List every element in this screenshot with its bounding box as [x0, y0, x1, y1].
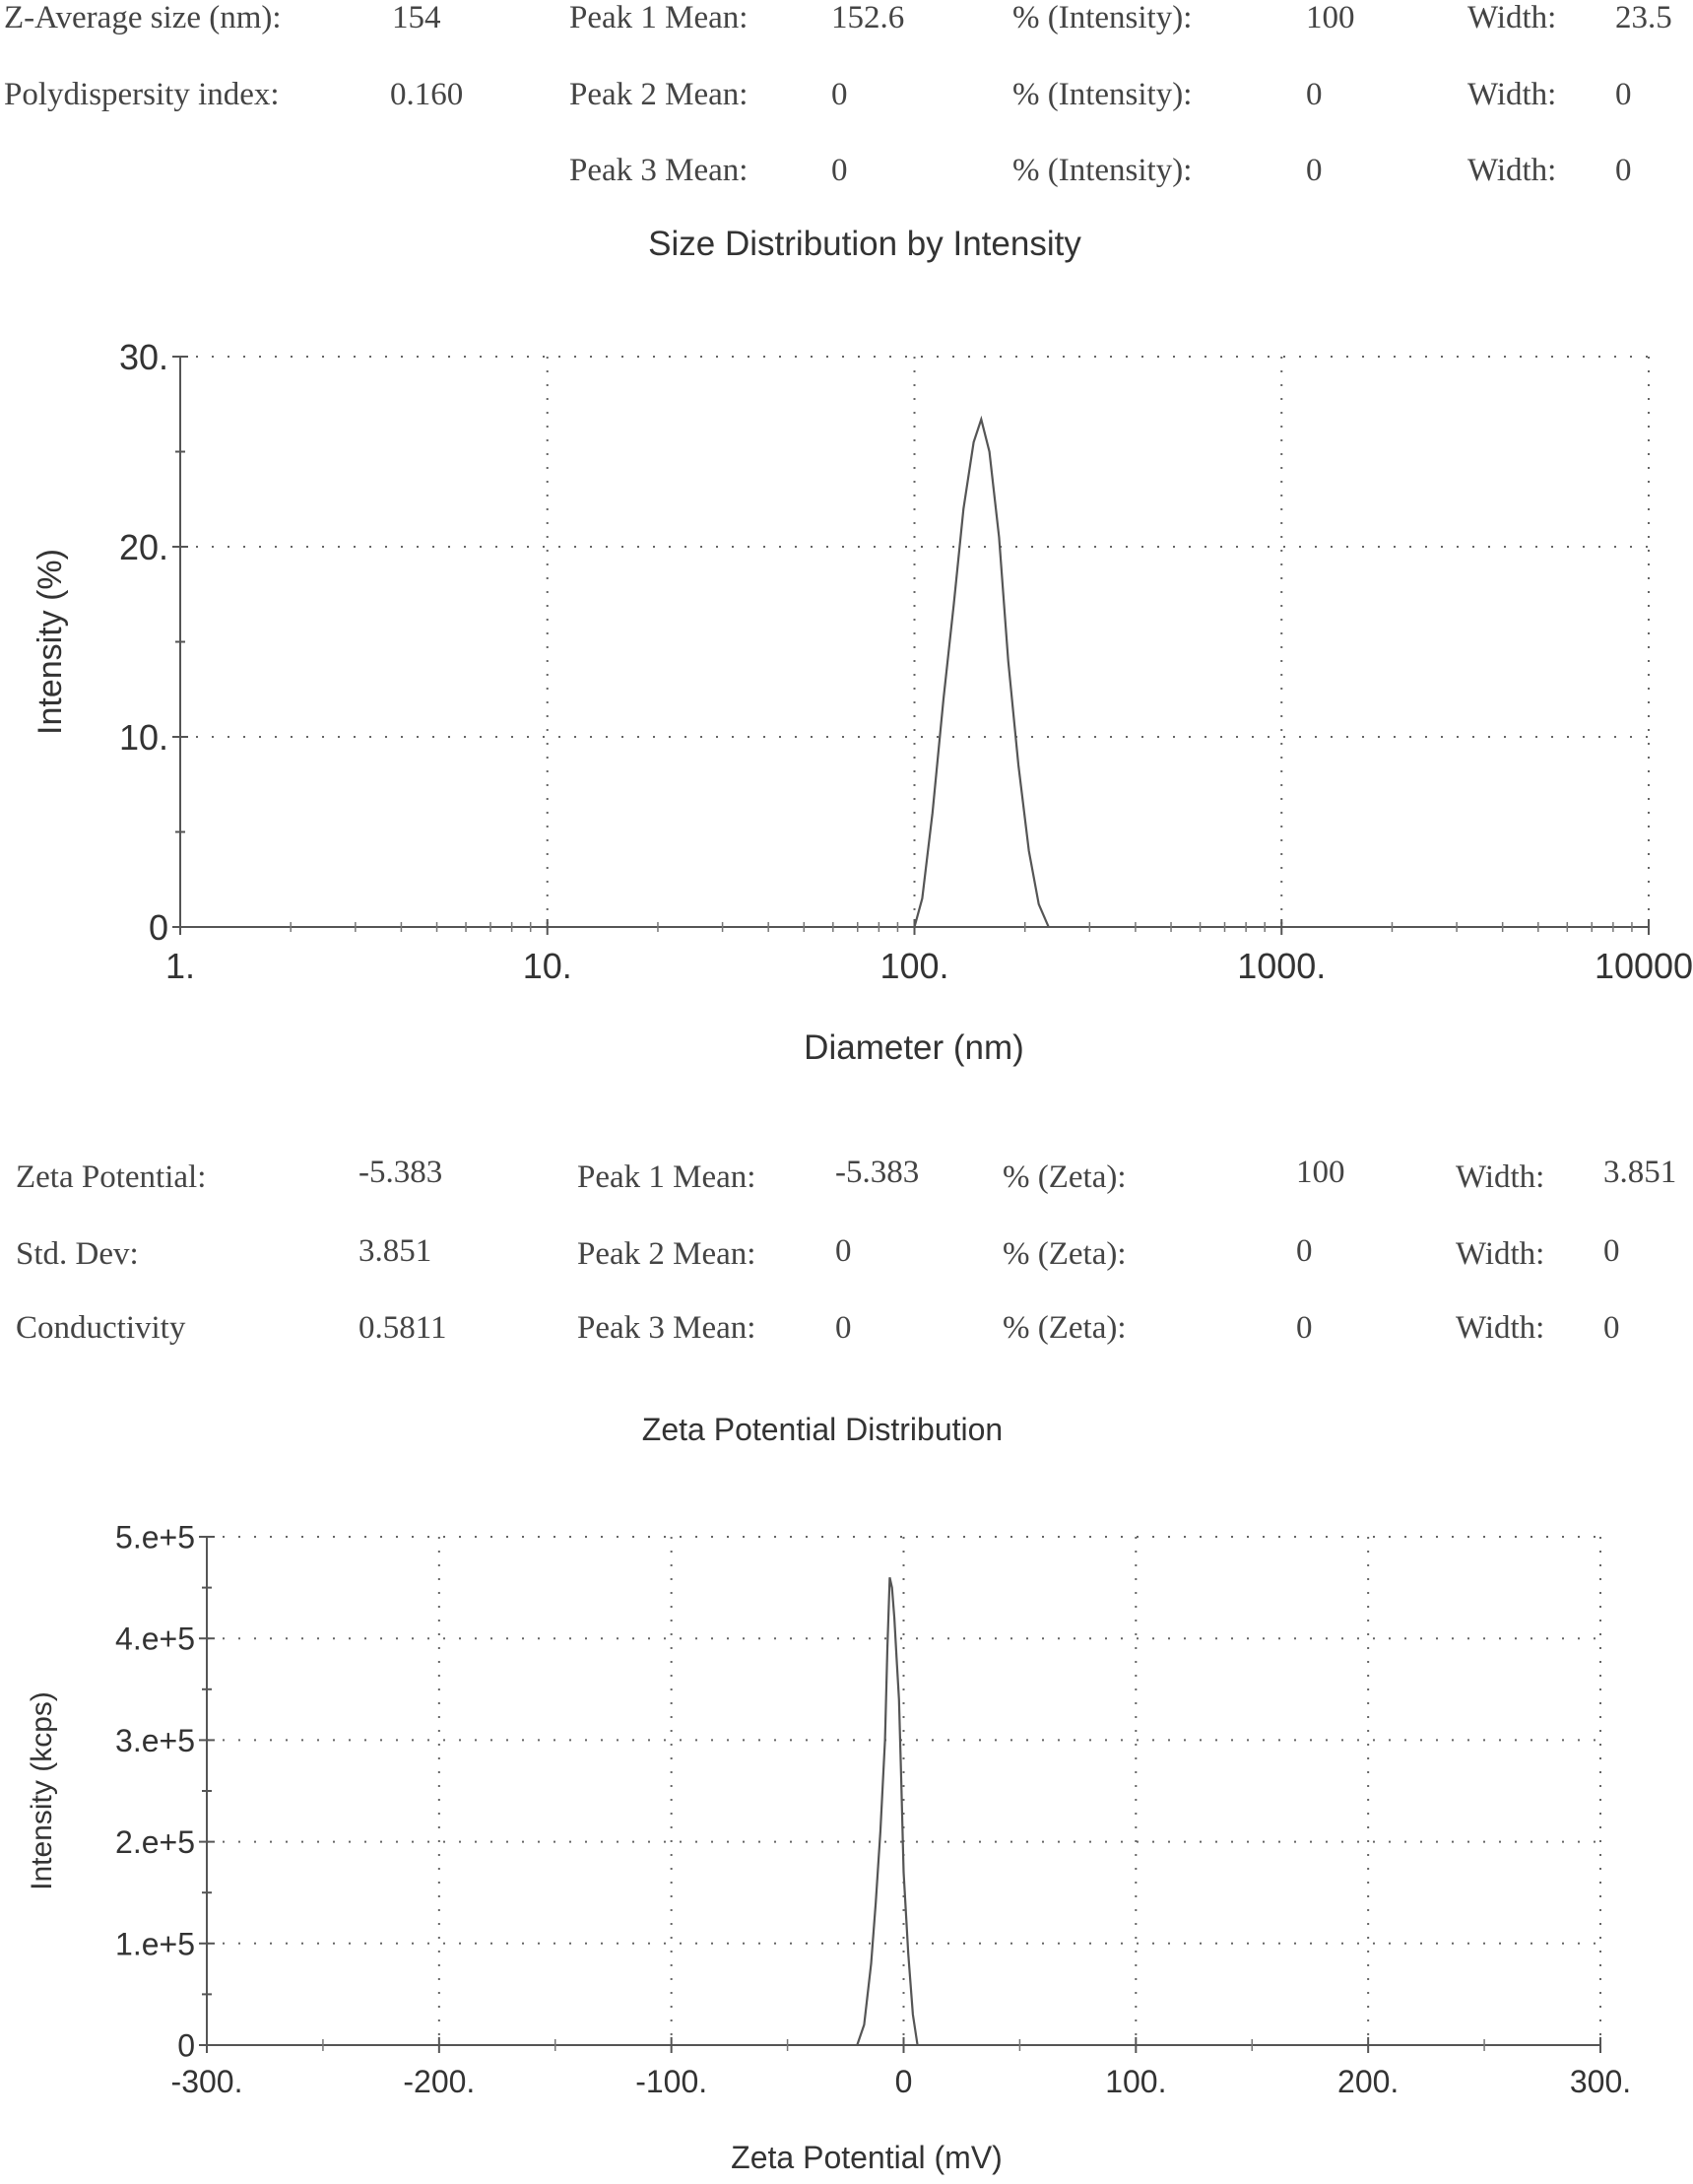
y-tick-label: 0 [149, 907, 168, 948]
x-tick-label: 10. [523, 946, 572, 986]
x-tick-label: 100. [1105, 2064, 1166, 2099]
x-tick-label: 1000. [1237, 946, 1326, 986]
y-tick-label: 0 [177, 2028, 195, 2064]
x-tick-label: 1. [165, 946, 195, 986]
y-tick-label: 10. [119, 717, 168, 758]
x-tick-label: 100. [879, 946, 948, 986]
x-tick-label: 0 [895, 2064, 913, 2099]
x-tick-label: 200. [1337, 2064, 1399, 2099]
y-tick-label: 4.e+5 [115, 1621, 195, 1657]
size-distribution-chart: 0 10. 20. 30. 1. 10. 100. 1000. 10000. Intensity … [32, 337, 1693, 986]
y-axis-label: Intensity (kcps) [26, 1691, 58, 1890]
charts-canvas: 0 10. 20. 30. 1. 10. 100. 1000. 10000. Intensity … [26, 337, 1693, 2099]
series-line [856, 1577, 919, 2046]
x-tick-label: -200. [403, 2064, 475, 2099]
x-tick-label: 300. [1570, 2064, 1631, 2099]
x-tick-label: -300. [171, 2064, 243, 2099]
y-tick-label: 3.e+5 [115, 1723, 195, 1758]
series-line [913, 415, 1050, 928]
y-tick-label: 2.e+5 [115, 1824, 195, 1860]
y-tick-label: 5.e+5 [115, 1520, 195, 1555]
y-tick-label: 20. [119, 527, 168, 567]
x-tick-label: 10000. [1595, 946, 1693, 986]
y-tick-label: 30. [119, 337, 168, 377]
y-tick-label: 1.e+5 [115, 1926, 195, 1961]
x-tick-label: -100. [635, 2064, 707, 2099]
y-axis-label: Intensity (%) [32, 549, 69, 735]
zeta-potential-chart: 0 1.e+5 2.e+5 3.e+5 4.e+5 5.e+5 -300. -200. -100… [26, 1520, 1631, 2099]
